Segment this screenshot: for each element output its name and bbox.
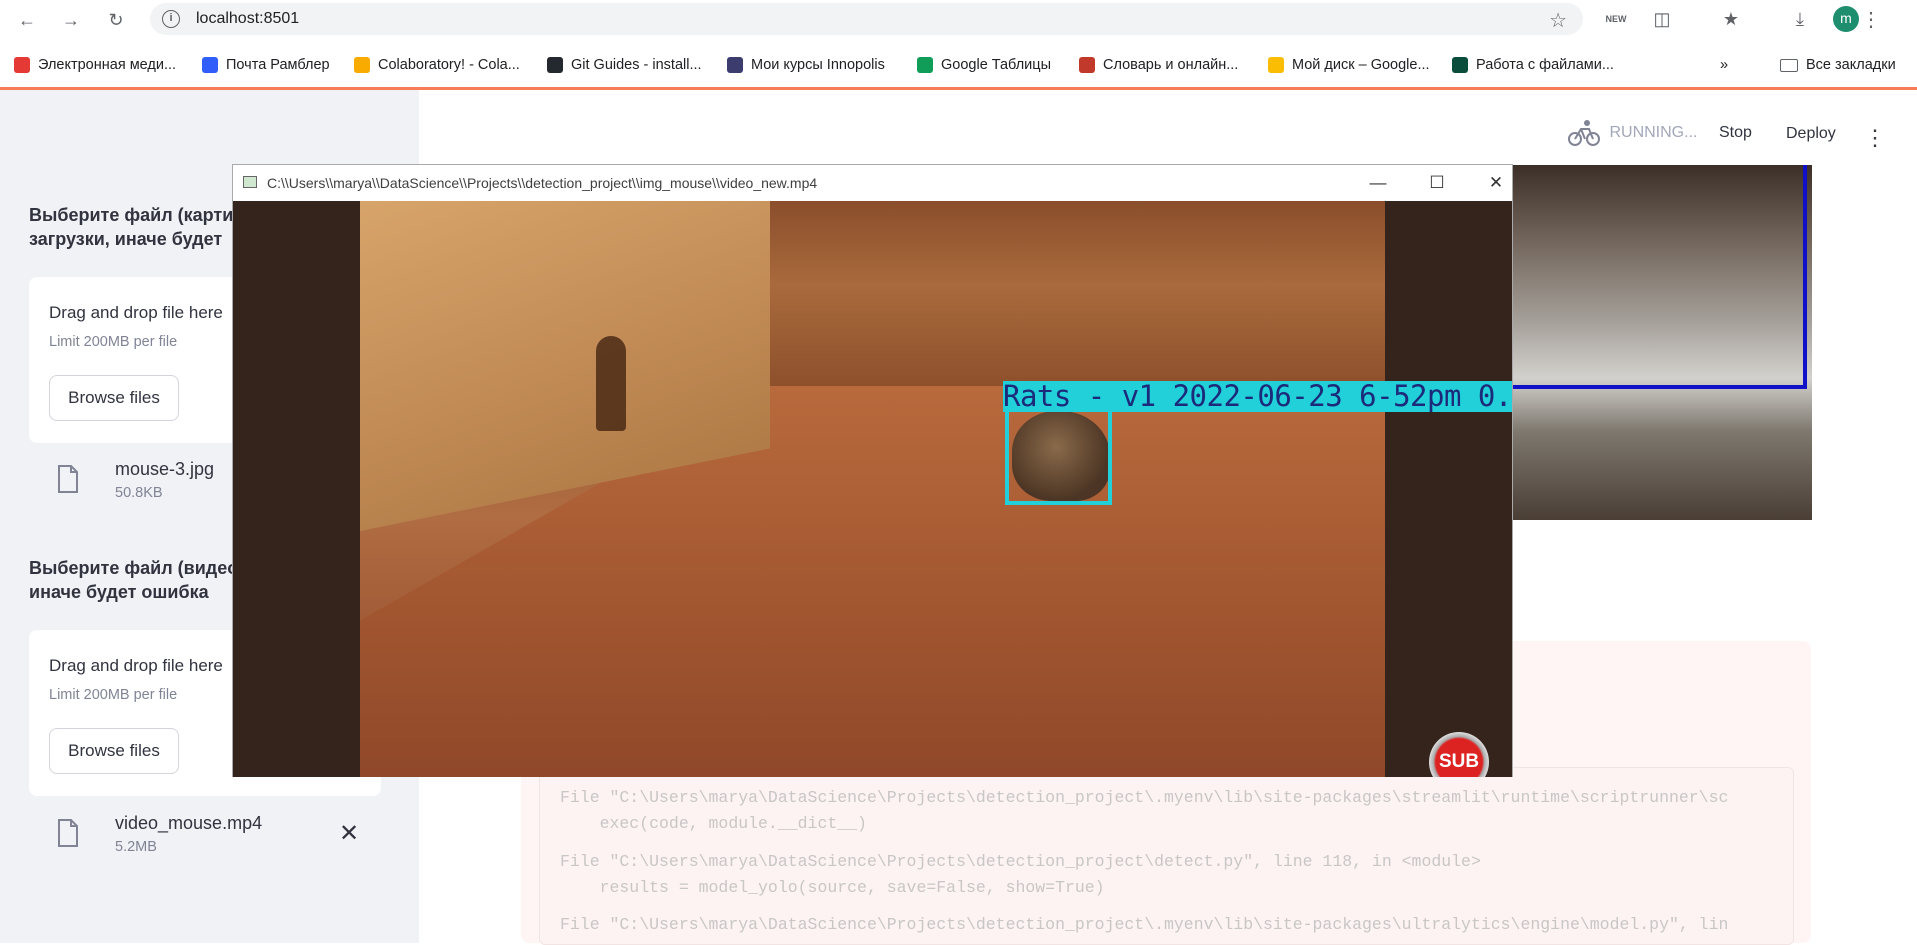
opencv-window[interactable]: C:\\Users\\marya\\DataScience\\Projects\… <box>232 164 1513 777</box>
browser-toolbar: ← → ↻ i localhost:8501 ☆ NEW ◫ ★ ⤓ m ⋮ <box>0 0 1917 38</box>
bookmark-item[interactable]: Мой диск – Google... <box>1268 55 1430 75</box>
bookmark-label: Словарь и онлайн... <box>1103 57 1239 73</box>
dropzone-text: Drag and drop file here <box>49 303 223 322</box>
forward-arrow-icon[interactable]: → <box>57 6 85 34</box>
bookmark-item[interactable]: Электронная меди... <box>14 55 176 75</box>
bookmark-favicon-icon <box>354 57 370 73</box>
dropzone-text: Drag and drop file here <box>49 656 223 675</box>
bookmark-favicon-icon <box>917 57 933 73</box>
traceback-line: results = model_yolo(source, save=False,… <box>560 878 1105 897</box>
traceback-line: File "C:\Users\marya\DataScience\Project… <box>560 915 1729 934</box>
folder-icon <box>1780 58 1798 72</box>
all-bookmarks-label: Все закладки <box>1806 57 1896 73</box>
running-status: RUNNING... <box>1567 118 1697 148</box>
profile-avatar[interactable]: m <box>1833 6 1859 32</box>
bookmark-favicon-icon <box>202 57 218 73</box>
back-arrow-icon[interactable]: ← <box>13 6 41 34</box>
dropzone-limit: Limit 200MB per file <box>49 334 178 350</box>
file-size: 5.2MB <box>115 839 157 855</box>
bookmark-item[interactable]: Почта Рамблер <box>202 55 330 75</box>
mouse-hole <box>596 336 626 431</box>
stop-button[interactable]: Stop <box>1719 124 1752 142</box>
detection-box <box>1513 165 1807 389</box>
window-titlebar[interactable]: C:\\Users\\marya\\DataScience\\Projects\… <box>233 165 1512 201</box>
reading-list-icon[interactable]: ★ <box>1718 7 1744 31</box>
address-bar[interactable]: i localhost:8501 ☆ <box>150 3 1583 35</box>
close-icon[interactable]: ✕ <box>1476 171 1516 195</box>
video-frame: Rats - v1 2022-06-23 6-52pm 0.51 SUB <box>233 201 1512 777</box>
bookmark-label: Работа с файлами... <box>1476 57 1614 73</box>
browser-menu-icon[interactable]: ⋮ <box>1858 7 1884 31</box>
bookmark-favicon-icon <box>1452 57 1468 73</box>
bookmark-label: Электронная меди... <box>38 57 177 73</box>
file-size: 50.8KB <box>115 485 163 501</box>
bookmark-star-icon[interactable]: ☆ <box>1549 8 1567 33</box>
main-menu-icon[interactable]: ⋮ <box>1864 125 1886 151</box>
bookmark-label: Colaboratory! - Cola... <box>378 57 520 73</box>
bookmark-item[interactable]: Colaboratory! - Cola... <box>354 55 520 75</box>
bookmark-label: Мои курсы Innopolis <box>751 57 885 73</box>
bookmark-label: Мой диск – Google... <box>1292 57 1430 73</box>
traceback-line: File "C:\Users\marya\DataScience\Project… <box>560 788 1729 807</box>
browse-files-button[interactable]: Browse files <box>49 728 179 774</box>
all-bookmarks[interactable]: Все закладки <box>1780 55 1896 75</box>
status-text: RUNNING... <box>1609 124 1698 142</box>
bicycle-icon <box>1568 120 1600 146</box>
browse-files-button[interactable]: Browse files <box>49 375 179 421</box>
bookmark-label: Почта Рамблер <box>226 57 330 73</box>
maximize-icon[interactable]: ☐ <box>1417 171 1457 195</box>
window-app-icon <box>243 176 257 188</box>
bookmark-label: Git Guides - install... <box>571 57 702 73</box>
dropzone-limit: Limit 200MB per file <box>49 687 178 703</box>
traceback-line: File "C:\Users\marya\DataScience\Project… <box>560 852 1481 871</box>
traceback-block: File "C:\Users\marya\DataScience\Project… <box>539 767 1794 945</box>
bookmark-item[interactable]: Google Таблицы <box>917 55 1051 75</box>
bookmark-favicon-icon <box>1079 57 1095 73</box>
back-wall <box>760 201 1385 411</box>
file-name: video_mouse.mp4 <box>115 813 263 833</box>
new-extension-icon[interactable]: NEW <box>1603 7 1629 31</box>
subscribe-badge: SUB <box>1429 732 1489 777</box>
extensions-puzzle-icon[interactable]: ◫ <box>1649 7 1675 31</box>
bookmark-item[interactable]: Словарь и онлайн... <box>1079 55 1238 75</box>
site-info-icon[interactable]: i <box>162 10 180 28</box>
bookmark-favicon-icon <box>14 57 30 73</box>
traceback-line: exec(code, module.__dict__) <box>560 814 867 833</box>
bookmark-label: Google Таблицы <box>941 57 1051 73</box>
new-badge: NEW <box>1605 14 1627 24</box>
bookmarks-bar: Электронная меди... Почта Рамблер Colabora… <box>0 49 1917 79</box>
file-icon <box>58 465 78 493</box>
detection-label: Rats - v1 2022-06-23 6-52pm 0.51 <box>1003 381 1512 412</box>
video-content <box>360 201 1385 777</box>
file-icon <box>58 819 78 847</box>
bookmark-favicon-icon <box>1268 57 1284 73</box>
detection-bounding-box <box>1005 408 1112 505</box>
uploaded-file: video_mouse.mp4 5.2MB ✕ <box>29 809 381 861</box>
deploy-button[interactable]: Deploy <box>1786 125 1836 143</box>
url-text[interactable]: localhost:8501 <box>196 10 299 28</box>
bookmark-item[interactable]: Git Guides - install... <box>547 55 702 75</box>
reload-icon[interactable]: ↻ <box>102 6 130 34</box>
bookmark-item[interactable]: Мои курсы Innopolis <box>727 55 885 75</box>
minimize-icon[interactable]: — <box>1358 171 1398 195</box>
bookmarks-overflow-icon[interactable]: » <box>1720 55 1728 75</box>
window-title: C:\\Users\\marya\\DataScience\\Projects\… <box>267 175 818 191</box>
download-icon[interactable]: ⤓ <box>1787 7 1813 31</box>
bookmark-favicon-icon <box>727 57 743 73</box>
bookmark-item[interactable]: Работа с файлами... <box>1452 55 1614 75</box>
remove-file-icon[interactable]: ✕ <box>339 819 359 848</box>
file-name: mouse-3.jpg <box>115 459 215 479</box>
bookmark-favicon-icon <box>547 57 563 73</box>
